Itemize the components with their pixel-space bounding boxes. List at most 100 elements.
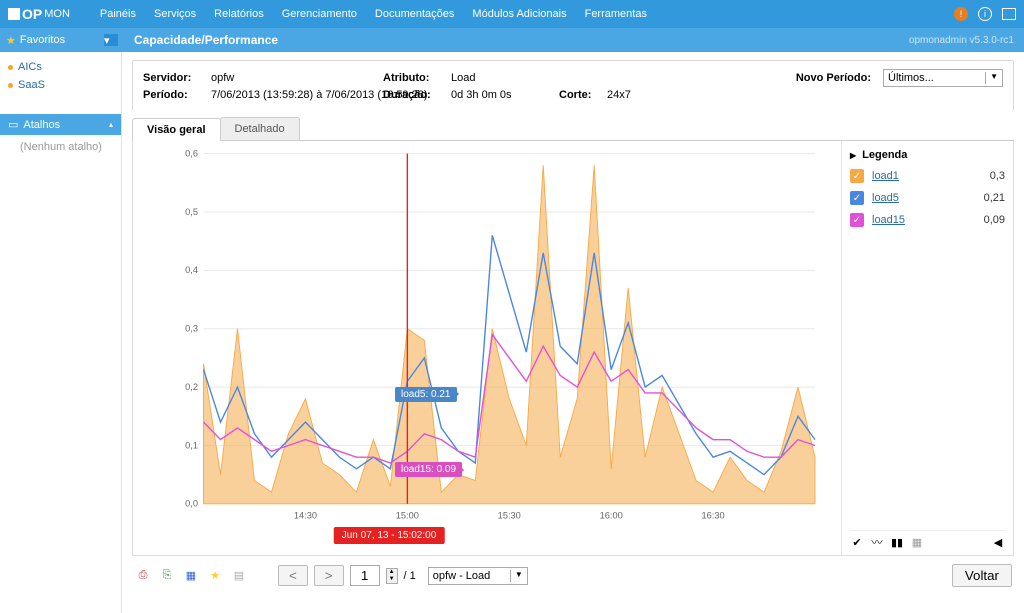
topbar: OP MON Painéis Serviços Relatórios Geren… — [0, 0, 1024, 28]
favorites-label[interactable]: Favoritos — [20, 34, 65, 46]
novo-periodo-combo[interactable]: Últimos... ▼ — [883, 69, 1003, 87]
legend-value: 0,3 — [990, 170, 1005, 182]
legend-bar-icon[interactable]: ▮▮ — [890, 535, 904, 549]
meta-panel: Servidor: opfw Atributo: Load Novo Perío… — [132, 60, 1014, 111]
tab-overview[interactable]: Visão geral — [132, 118, 221, 141]
chevron-down-icon: ▼ — [985, 72, 998, 84]
svg-text:0,1: 0,1 — [185, 440, 198, 450]
sidebar-shortcuts-header[interactable]: ▭ Atalhos ▴ — [0, 114, 121, 135]
svg-text:0,4: 0,4 — [185, 265, 198, 275]
svg-text:15:30: 15:30 — [498, 511, 521, 521]
legend-label[interactable]: load1 — [872, 170, 982, 182]
star-icon[interactable]: ★ — [6, 34, 16, 47]
legend-row: ✓ load15 0,09 — [850, 213, 1005, 227]
page-input[interactable] — [350, 565, 380, 586]
fav-icon[interactable]: ★ — [206, 567, 224, 585]
prev-page-button[interactable]: < — [278, 565, 308, 586]
nav-paineis[interactable]: Painéis — [100, 8, 136, 20]
legend-header[interactable]: ▶ Legenda — [850, 149, 1005, 161]
callout-load15: load15: 0.09 — [395, 462, 462, 477]
svg-text:0,5: 0,5 — [185, 207, 198, 217]
legend-title: Legenda — [862, 149, 907, 161]
logo-mon: MON — [44, 8, 70, 20]
legend-label[interactable]: load5 — [872, 192, 976, 204]
main-content: Servidor: opfw Atributo: Load Novo Perío… — [122, 52, 1024, 613]
next-page-button[interactable]: > — [314, 565, 344, 586]
chart-area: 0,00,10,20,30,40,50,614:3015:0015:3016:0… — [132, 141, 1014, 556]
legend-checkbox[interactable]: ✓ — [850, 169, 864, 183]
pdf-icon[interactable]: ⎙ — [134, 567, 152, 585]
val-atributo: Load — [451, 72, 475, 84]
legend-toolbar: ✔ 〰 ▮▮ ▦ ◀ — [850, 530, 1005, 549]
tabs: Visão geral Detalhado — [132, 117, 1014, 141]
sidebar-item-saas[interactable]: SaaS — [0, 76, 121, 94]
version-label: opmonadmin v5.3.0-rc1 — [909, 35, 1014, 46]
svg-text:16:00: 16:00 — [600, 511, 623, 521]
favorites-dropdown-icon[interactable]: ▾ — [104, 34, 118, 46]
chart-svg: 0,00,10,20,30,40,50,614:3015:0015:3016:0… — [167, 149, 833, 527]
nav-documentacoes[interactable]: Documentações — [375, 8, 455, 20]
svg-text:16:30: 16:30 — [702, 511, 725, 521]
lbl-novo-periodo: Novo Período: — [796, 72, 871, 84]
legend-checkbox[interactable]: ✓ — [850, 213, 864, 227]
folder-icon: ▭ — [8, 118, 18, 131]
legend-check-icon[interactable]: ✔ — [850, 535, 864, 549]
svg-text:0,6: 0,6 — [185, 149, 198, 158]
lbl-servidor: Servidor: — [143, 72, 203, 84]
nav-servicos[interactable]: Serviços — [154, 8, 196, 20]
chevron-down-icon: ▼ — [510, 570, 523, 582]
subbar: ★ Favoritos ▾ Capacidade/Performance opm… — [0, 28, 1024, 52]
fullscreen-icon[interactable] — [1002, 8, 1016, 20]
top-right-icons: ! i — [954, 7, 1016, 21]
nav-ferramentas[interactable]: Ferramentas — [585, 8, 647, 20]
series-selector[interactable]: opfw - Load ▼ — [428, 567, 528, 585]
lbl-corte: Corte: — [559, 89, 599, 101]
lbl-duracao: Duração: — [383, 89, 443, 101]
collapse-icon[interactable]: ▴ — [109, 120, 113, 129]
legend-row: ✓ load5 0,21 — [850, 191, 1005, 205]
grid-icon[interactable]: ▤ — [230, 567, 248, 585]
xml-icon[interactable]: ⎘ — [158, 567, 176, 585]
nav-gerenciamento[interactable]: Gerenciamento — [282, 8, 357, 20]
val-servidor: opfw — [211, 72, 351, 84]
novo-periodo-value: Últimos... — [888, 72, 934, 84]
logo: OP MON — [8, 6, 70, 22]
val-corte: 24x7 — [607, 89, 631, 101]
legend-pic-icon[interactable]: ▦ — [910, 535, 924, 549]
legend-value: 0,09 — [984, 214, 1005, 226]
legend-row: ✓ load1 0,3 — [850, 169, 1005, 183]
legend-prev-icon[interactable]: ◀ — [991, 535, 1005, 549]
legend-collapse-icon: ▶ — [850, 151, 856, 160]
svg-text:0,0: 0,0 — [185, 499, 198, 509]
lbl-atributo: Atributo: — [383, 72, 443, 84]
page-spinner[interactable]: ▲▼ — [386, 568, 398, 584]
img-icon[interactable]: ▦ — [182, 567, 200, 585]
legend-label[interactable]: load15 — [872, 214, 976, 226]
tab-detail[interactable]: Detalhado — [220, 117, 300, 140]
callout-time: Jun 07, 13 - 15:02:00 — [334, 527, 445, 544]
nav-modulos[interactable]: Módulos Adicionais — [472, 8, 566, 20]
chart[interactable]: 0,00,10,20,30,40,50,614:3015:0015:3016:0… — [133, 141, 841, 555]
val-duracao: 0d 3h 0m 0s — [451, 89, 551, 101]
callout-load5: load5: 0.21 — [395, 387, 457, 402]
legend-line-icon[interactable]: 〰 — [870, 535, 884, 549]
logo-square-icon — [8, 8, 20, 20]
alert-icon[interactable]: ! — [954, 7, 968, 21]
logo-op: OP — [22, 6, 42, 22]
footer-toolbar: ⎙ ⎘ ▦ ★ ▤ < > ▲▼ / 1 opfw - Load ▼ Volta… — [132, 564, 1014, 587]
legend-checkbox[interactable]: ✓ — [850, 191, 864, 205]
legend-value: 0,21 — [984, 192, 1005, 204]
lbl-periodo: Período: — [143, 89, 203, 101]
sidebar-item-aics[interactable]: AICs — [0, 58, 121, 76]
top-nav: Painéis Serviços Relatórios Gerenciament… — [100, 8, 647, 20]
back-button[interactable]: Voltar — [952, 564, 1012, 587]
series-selector-value: opfw - Load — [433, 570, 490, 582]
info-icon[interactable]: i — [978, 7, 992, 21]
page-total: / 1 — [404, 570, 416, 582]
svg-text:14:30: 14:30 — [294, 511, 317, 521]
nav-relatorios[interactable]: Relatórios — [214, 8, 264, 20]
legend: ▶ Legenda ✓ load1 0,3✓ load5 0,21✓ load1… — [841, 141, 1013, 555]
favorites-bar: ★ Favoritos ▾ — [0, 34, 122, 47]
svg-text:15:00: 15:00 — [396, 511, 419, 521]
shortcuts-empty: (Nenhum atalho) — [0, 135, 121, 159]
